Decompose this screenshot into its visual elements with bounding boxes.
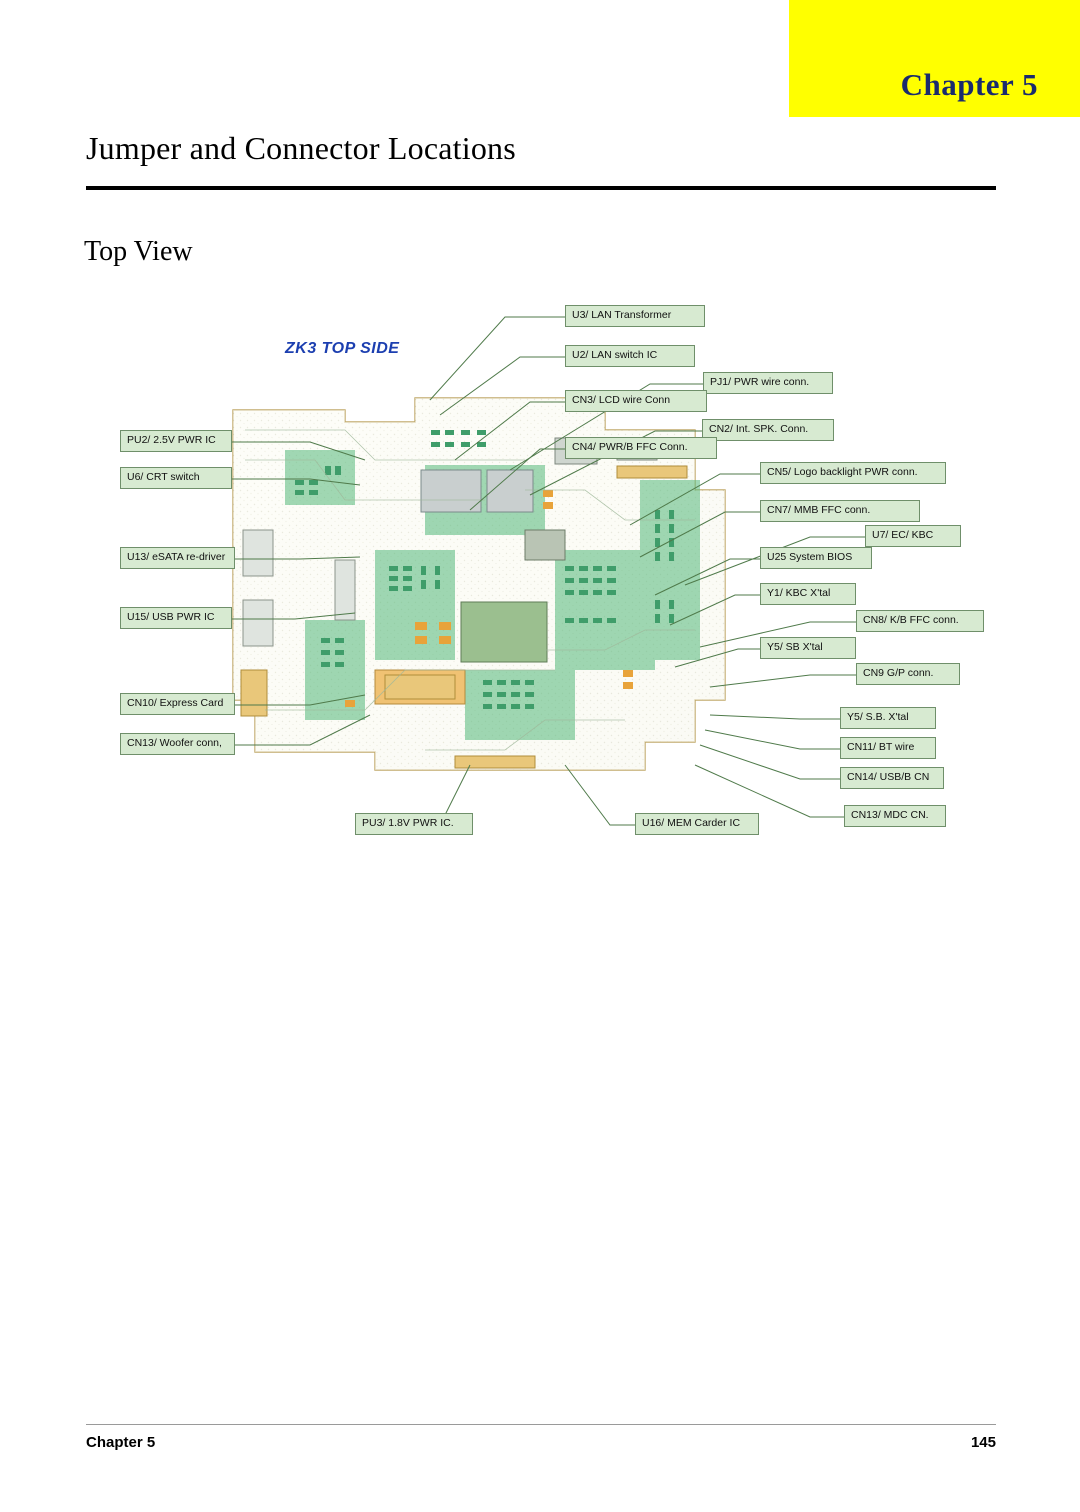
title-divider (86, 186, 996, 190)
callout-y5-s-b-xtal: Y5/ S.B. X'tal (840, 707, 936, 729)
board-title: ZK3 TOP SIDE (285, 340, 400, 357)
pcb-illustration (232, 397, 726, 771)
callout-u16-mem-carder-ic: U16/ MEM Carder IC (635, 813, 759, 835)
callout-u15-usb-pwr-ic: U15/ USB PWR IC (120, 607, 232, 629)
callout-cn8-kb-ffc-conn: CN8/ K/B FFC conn. (856, 610, 984, 632)
callout-y5-sb-xtal: Y5/ SB X'tal (760, 637, 856, 659)
callout-u7-ec-kbc: U7/ EC/ KBC (865, 525, 961, 547)
callout-cn13-woofer-conn: CN13/ Woofer conn, (120, 733, 235, 755)
callout-y1-kbc-xtal: Y1/ KBC X'tal (760, 583, 856, 605)
callout-cn4-pwrb-ffc-conn: CN4/ PWR/B FFC Conn. (565, 437, 717, 459)
callout-cn7-mmb-ffc-conn: CN7/ MMB FFC conn. (760, 500, 920, 522)
callout-cn5-logo-backlight-pwr-conn: CN5/ Logo backlight PWR conn. (760, 462, 946, 484)
board-diagram: ZK3 TOP SIDE U3/ LAN Transformer U2/ LAN… (110, 295, 990, 865)
callout-cn9-gp-conn: CN9 G/P conn. (856, 663, 960, 685)
callout-pu3-1-8v-pwr-ic: PU3/ 1.8V PWR IC. (355, 813, 473, 835)
page-title: Jumper and Connector Locations (86, 130, 516, 166)
callout-u25-system-bios: U25 System BIOS (760, 547, 872, 569)
chapter-tab-label: Chapter 5 (900, 67, 1038, 102)
callout-u13-esata-re-driver: U13/ eSATA re-driver (120, 547, 235, 569)
callout-cn14-usb-b-cn: CN14/ USB/B CN (840, 767, 944, 789)
callout-cn2-int-spk-conn: CN2/ Int. SPK. Conn. (702, 419, 834, 441)
callout-u3-lan-transformer: U3/ LAN Transformer (565, 305, 705, 327)
callout-cn3-lcd-wire-conn: CN3/ LCD wire Conn (565, 390, 707, 412)
chapter-tab-banner: Chapter 5 (789, 0, 1080, 117)
section-title: Top View (84, 236, 193, 267)
callout-cn10-express-card: CN10/ Express Card (120, 693, 235, 715)
callout-cn13-mdc-cn: CN13/ MDC CN. (844, 805, 946, 827)
callout-u2-lan-switch-ic: U2/ LAN switch IC (565, 345, 695, 367)
callout-pu2-2-5v-pwr-ic: PU2/ 2.5V PWR IC (120, 430, 232, 452)
callout-pj1-pwr-wire-conn: PJ1/ PWR wire conn. (703, 372, 833, 394)
footer-page-number: 145 (970, 1434, 996, 1451)
callout-u6-crt-switch: U6/ CRT switch (120, 467, 232, 489)
footer-chapter-label: Chapter 5 (86, 1434, 156, 1451)
footer-divider (86, 1424, 996, 1425)
callout-cn11-bt-wire: CN11/ BT wire (840, 737, 936, 759)
